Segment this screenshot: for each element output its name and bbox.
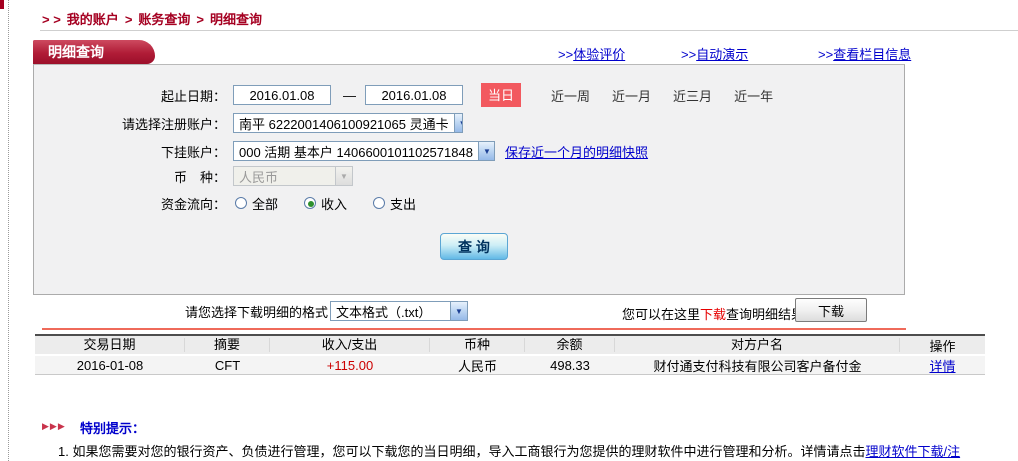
chevron-down-icon: ▼ <box>450 302 467 320</box>
quick-range-month[interactable]: 近一月 <box>612 86 651 105</box>
download-format-row: 请您选择下载明细的格式 文本格式（.txt） ▼ <box>185 300 468 322</box>
query-form-panel: 起止日期： — 当日 近一周 近一月 近三月 近一年 请选择注册账户： 南平 6… <box>33 64 905 295</box>
link-prefix: >> <box>558 47 573 62</box>
download-format-select[interactable]: 文本格式（.txt） ▼ <box>330 301 468 321</box>
cell-currency: 人民币 <box>430 356 525 375</box>
notice-text: 1. 如果您需要对您的银行资产、负债进行管理，您可以下载您的当日明细，导入工商银… <box>58 444 865 459</box>
fund-flow-radio-group: 全部 收入 支出 <box>235 194 442 213</box>
currency-label: 币 种： <box>34 167 226 186</box>
date-range-label: 起止日期： <box>34 86 226 105</box>
header-divider <box>40 30 1018 31</box>
chevron-down-icon: ▼ <box>335 167 352 185</box>
breadcrumb-separator: > <box>125 12 133 27</box>
breadcrumb-item-detail-query[interactable]: 明细查询 <box>210 12 262 27</box>
cell-counterparty: 财付通支付科技有限公司客户备付金 <box>615 356 900 375</box>
link-label: 查看栏目信息 <box>833 47 911 62</box>
query-button[interactable]: 查 询 <box>440 233 508 260</box>
table-header-row: 交易日期 摘要 收入/支出 币种 余额 对方户名 操作 <box>35 334 985 354</box>
registered-account-select[interactable]: 南平 6222001406100921065 灵通卡 ▼ <box>233 113 463 133</box>
flow-option-income[interactable]: 收入 <box>304 194 347 213</box>
flow-option-label: 收入 <box>321 194 347 213</box>
col-header-balance: 余额 <box>525 338 615 352</box>
currency-select: 人民币 ▼ <box>233 166 353 186</box>
breadcrumb-item-account-query[interactable]: 账务查询 <box>138 12 190 27</box>
date-to-input[interactable] <box>365 85 463 105</box>
download-hint: 您可以在这里下载查询明细结果 <box>622 304 804 323</box>
fund-flow-label: 资金流向： <box>34 194 226 213</box>
link-label: 自动演示 <box>696 47 748 62</box>
link-auto-demo[interactable]: >>自动演示 <box>681 44 748 63</box>
download-format-value: 文本格式（.txt） <box>331 302 436 321</box>
fund-flow-row: 资金流向： 全部 收入 支出 <box>34 192 904 214</box>
col-header-amount: 收入/支出 <box>270 338 430 352</box>
sub-account-label: 下挂账户： <box>34 142 226 161</box>
breadcrumb-separator: > <box>196 12 204 27</box>
radio-icon[interactable] <box>373 197 385 209</box>
col-header-action: 操作 <box>900 336 985 355</box>
date-range-row: 起止日期： — 当日 近一周 近一月 近三月 近一年 <box>34 84 904 106</box>
tab-detail-query: 明细查询 <box>33 40 155 64</box>
flow-option-label: 支出 <box>390 194 416 213</box>
download-hint-prefix: 您可以在这里 <box>622 307 700 322</box>
link-prefix: >> <box>818 47 833 62</box>
quick-range-year[interactable]: 近一年 <box>734 86 773 105</box>
cell-action: 详情 <box>900 356 985 375</box>
link-prefix: >> <box>681 47 696 62</box>
notice-title: 特别提示： <box>80 418 145 437</box>
radio-icon[interactable] <box>304 197 316 209</box>
section-divider <box>42 328 906 330</box>
breadcrumb-item-my-account[interactable]: 我的账户 <box>67 12 119 27</box>
notice-body: 1. 如果您需要对您的银行资产、负债进行管理，您可以下载您的当日明细，导入工商银… <box>58 441 1018 460</box>
quick-range-quarter[interactable]: 近三月 <box>673 86 712 105</box>
save-snapshot-link[interactable]: 保存近一个月的明细快照 <box>505 142 648 161</box>
col-header-counterparty: 对方户名 <box>615 338 900 352</box>
link-label: 体验评价 <box>573 47 625 62</box>
left-dotted-divider <box>8 0 9 461</box>
download-format-label: 请您选择下载明细的格式 <box>185 302 328 321</box>
quick-range-today[interactable]: 当日 <box>481 83 521 107</box>
chevron-down-icon: ▼ <box>454 114 463 132</box>
currency-value: 人民币 <box>234 167 283 186</box>
link-view-column-info[interactable]: >>查看栏目信息 <box>818 44 911 63</box>
registered-account-value: 南平 6222001406100921065 灵通卡 <box>234 114 454 133</box>
registered-account-label: 请选择注册账户： <box>34 114 226 133</box>
sub-account-value: 000 活期 基本户 1406600101102571848 <box>234 142 478 161</box>
cell-amount: +115.00 <box>270 358 430 373</box>
detail-link[interactable]: 详情 <box>929 359 955 374</box>
date-dash: — <box>343 88 356 103</box>
results-table: 交易日期 摘要 收入/支出 币种 余额 对方户名 操作 2016-01-08 C… <box>35 334 985 375</box>
date-from-input[interactable] <box>233 85 331 105</box>
chevron-down-icon: ▼ <box>478 142 495 160</box>
cell-date: 2016-01-08 <box>35 358 185 373</box>
download-button[interactable]: 下载 <box>795 298 867 322</box>
col-header-currency: 币种 <box>430 338 525 352</box>
currency-row: 币 种： 人民币 ▼ <box>34 165 904 187</box>
triple-arrow-icon: ▶▶▶ <box>42 421 66 432</box>
flow-option-label: 全部 <box>252 194 278 213</box>
table-row: 2016-01-08 CFT +115.00 人民币 498.33 财付通支付科… <box>35 356 985 375</box>
breadcrumb-prefix: > > <box>42 12 61 27</box>
flow-option-expense[interactable]: 支出 <box>373 194 416 213</box>
col-header-summary: 摘要 <box>185 338 270 352</box>
finance-software-download-link[interactable]: 理财软件下载/注 <box>865 444 960 459</box>
cell-summary: CFT <box>185 358 270 373</box>
quick-range-week[interactable]: 近一周 <box>551 86 590 105</box>
link-experience-rating[interactable]: >>体验评价 <box>558 44 625 63</box>
download-hint-highlight: 下载 <box>700 307 726 322</box>
col-header-date: 交易日期 <box>35 338 185 352</box>
download-hint-suffix: 查询明细结果 <box>726 307 804 322</box>
flow-option-all[interactable]: 全部 <box>235 194 278 213</box>
radio-icon[interactable] <box>235 197 247 209</box>
tab-title: 明细查询 <box>48 44 104 60</box>
detail-query-page: > >我的账户>账务查询>明细查询 明细查询 >>体验评价 >>自动演示 >>查… <box>0 0 1018 461</box>
corner-marker <box>0 0 4 9</box>
breadcrumb: > > 我的账户 > 账务查询 > 明细查询 <box>42 9 262 28</box>
registered-account-row: 请选择注册账户： 南平 6222001406100921065 灵通卡 ▼ <box>34 112 904 134</box>
sub-account-select[interactable]: 000 活期 基本户 1406600101102571848 ▼ <box>233 141 495 161</box>
cell-balance: 498.33 <box>525 358 615 373</box>
sub-account-row: 下挂账户： 000 活期 基本户 1406600101102571848 ▼ 保… <box>34 140 904 162</box>
